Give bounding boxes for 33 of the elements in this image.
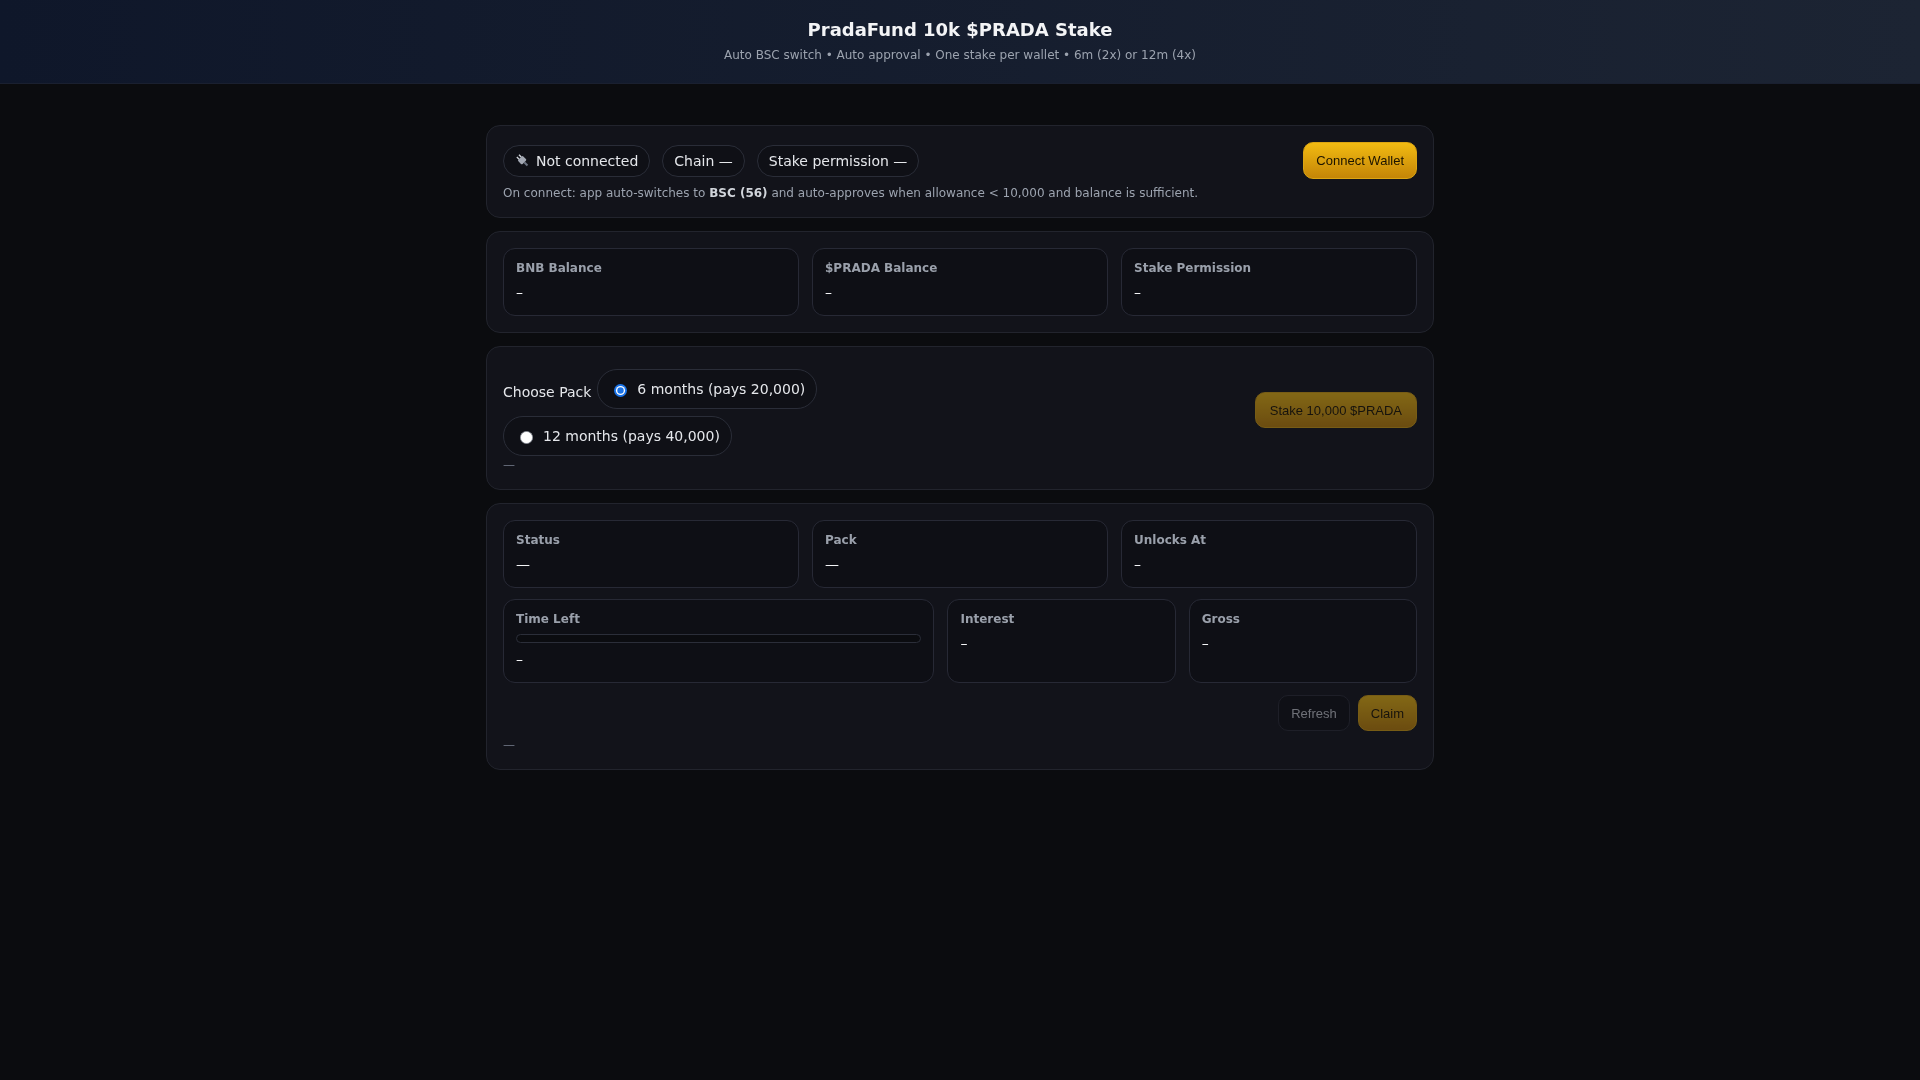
page-subtitle: Auto BSC switch • Auto approval • One stake per wallet • 6m (2x) or 12m (4x)	[724, 48, 1196, 63]
stat-label: $PRADA Balance	[825, 261, 939, 276]
stat-value: –	[960, 634, 969, 653]
chip-text: Chain —	[674, 151, 733, 170]
stat-label: Pack	[825, 533, 858, 548]
chip-text: Not connected	[536, 151, 639, 170]
stat-value: –	[1201, 634, 1210, 653]
stat-label: BNB Balance	[516, 261, 603, 276]
pack-message: —	[503, 458, 516, 473]
pack-option[interactable]: 6 months (pays 20,000)	[597, 369, 818, 409]
stat-label: Time Left	[516, 612, 581, 627]
position-message: —	[503, 738, 516, 753]
stat-value: –	[516, 283, 524, 302]
radio-button[interactable]	[614, 383, 628, 397]
radio-button[interactable]	[520, 430, 533, 444]
stat-value: –	[1134, 555, 1142, 574]
connect-wallet-button[interactable]: Connect Wallet	[1303, 142, 1417, 179]
stat-value: –	[516, 650, 524, 669]
pack-label: Choose Pack	[503, 383, 592, 401]
stat-label: Gross	[1201, 612, 1241, 627]
stat-label: Status	[516, 533, 561, 548]
connection-note: On connect: app auto-switches to BSC (56) and auto-approves when allowance < 10,000 and balance is sufficient.	[503, 186, 1200, 201]
plug-icon	[515, 153, 530, 168]
pack-option[interactable]: 12 months (pays 40,000)	[503, 416, 732, 456]
stat-label: Unlocks At	[1134, 533, 1208, 548]
chip-text: Stake permission —	[768, 151, 908, 170]
stat-value: –	[1134, 283, 1142, 302]
page-title: PradaFund 10k $PRADA Stake	[807, 19, 1113, 41]
stat-value: –	[825, 283, 833, 302]
stat-value: —	[516, 555, 531, 574]
stat-label: Interest	[960, 612, 1016, 627]
stat-value: —	[825, 555, 840, 574]
stat-label: Stake Permission	[1134, 261, 1253, 276]
